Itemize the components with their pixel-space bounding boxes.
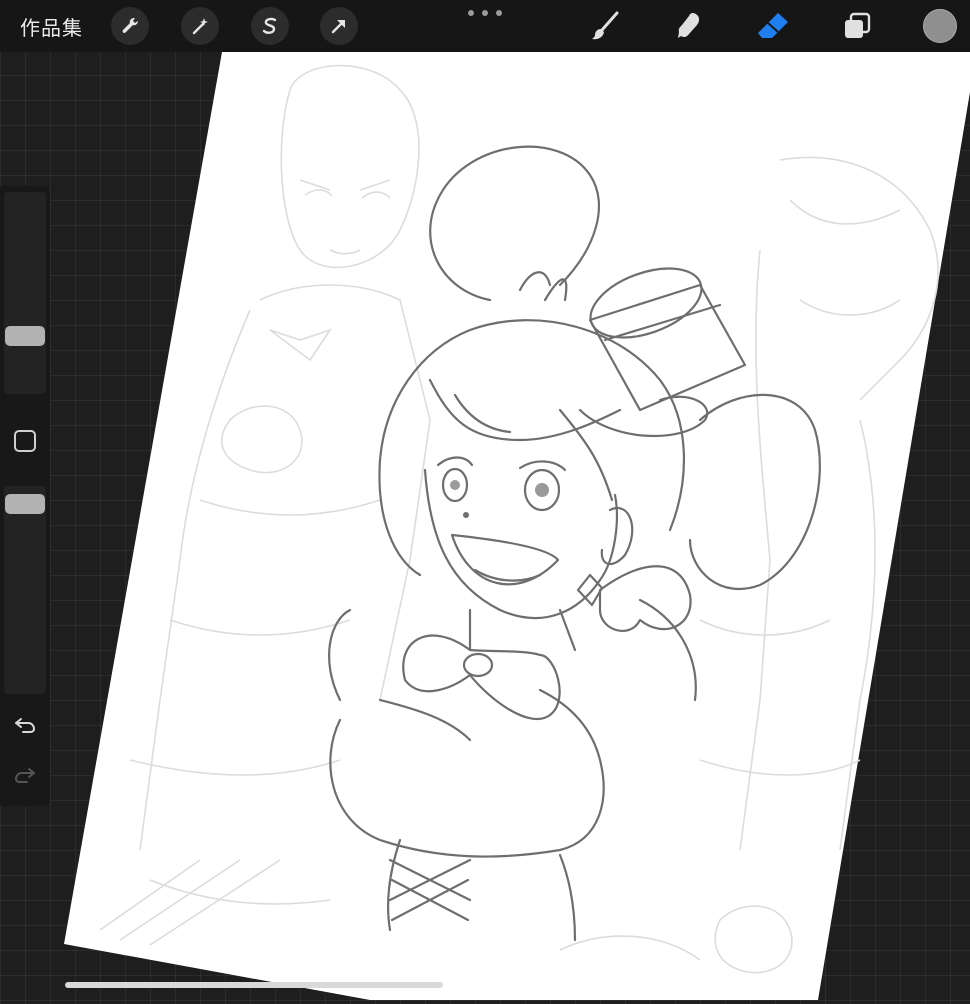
layers-button[interactable] xyxy=(839,8,875,44)
undo-button[interactable] xyxy=(12,714,38,736)
redo-button[interactable] xyxy=(12,764,38,786)
top-toolbar: 作品集 xyxy=(0,0,970,52)
gallery-button[interactable]: 作品集 xyxy=(20,12,83,41)
paper-sheet xyxy=(64,52,970,1000)
actions-button[interactable] xyxy=(111,7,149,45)
brush-size-thumb[interactable] xyxy=(5,326,45,346)
redo-arrow-icon xyxy=(14,768,35,783)
selection-button[interactable] xyxy=(251,7,289,45)
eraser-icon xyxy=(758,13,788,38)
smudge-tool-button[interactable] xyxy=(671,8,707,44)
left-sidebar xyxy=(0,186,50,806)
wrench-icon xyxy=(122,18,138,33)
modify-button[interactable] xyxy=(14,430,36,452)
smudge-icon xyxy=(678,13,700,38)
color-picker-swatch[interactable] xyxy=(923,9,957,43)
opacity-thumb[interactable] xyxy=(5,494,45,514)
canvas-artwork[interactable] xyxy=(0,0,970,1000)
transform-button[interactable] xyxy=(320,7,358,45)
adjustments-button[interactable] xyxy=(181,7,219,45)
magic-wand-icon xyxy=(192,18,208,35)
undo-arrow-icon xyxy=(15,718,36,733)
brush-icon xyxy=(592,11,619,40)
opacity-slider[interactable] xyxy=(4,486,46,694)
paint-tool-button[interactable] xyxy=(587,8,623,44)
layers-icon xyxy=(845,12,871,38)
transform-arrow-icon xyxy=(331,20,345,34)
selection-s-icon xyxy=(262,17,277,34)
brush-size-slider[interactable] xyxy=(4,192,46,394)
more-options-icon[interactable] xyxy=(468,4,502,22)
drawing-canvas[interactable] xyxy=(0,0,970,1000)
eraser-tool-button[interactable] xyxy=(755,8,791,44)
home-indicator[interactable] xyxy=(65,982,443,988)
